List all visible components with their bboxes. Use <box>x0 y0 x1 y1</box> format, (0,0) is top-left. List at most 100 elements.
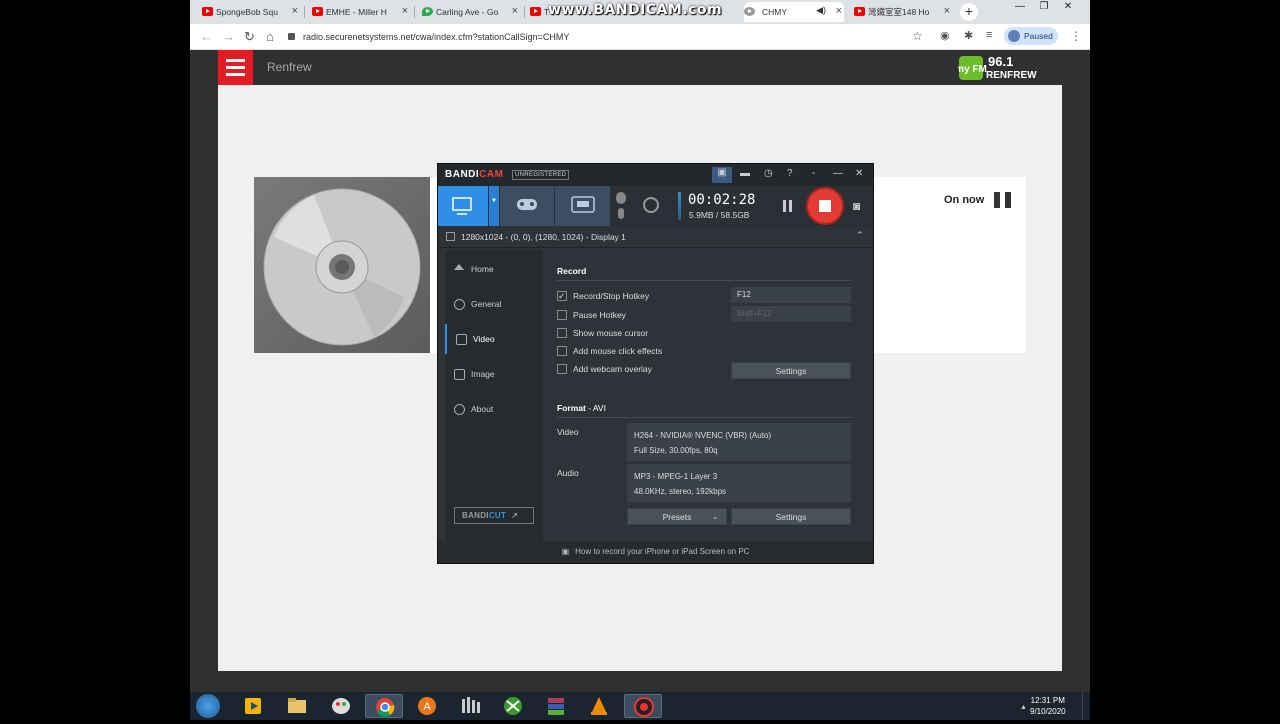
pause-hotkey-option[interactable]: Pause Hotkey <box>557 309 626 321</box>
puzzle-extensions-icon[interactable]: ✱ <box>964 29 973 42</box>
image-icon <box>454 369 465 380</box>
bandicut-button[interactable]: BANDICUT ↗ <box>454 507 534 524</box>
camera-snapshot-icon[interactable]: ◙ <box>853 199 860 213</box>
tab-youtube-cjk[interactable]: 灣鐵室室148 Ho × <box>854 2 952 22</box>
section-divider <box>557 280 851 281</box>
nav-general[interactable]: General <box>445 289 543 319</box>
tab-spongebob[interactable]: SpongeBob Squ × <box>202 2 300 22</box>
back-arrow-icon[interactable]: ← <box>200 29 213 44</box>
webcam-overlay-option[interactable]: Add webcam overlay <box>557 363 652 375</box>
webcam-small-icon[interactable] <box>616 192 626 204</box>
profile-button[interactable]: Paused <box>1004 27 1058 45</box>
taskbar-winrar-icon[interactable] <box>537 694 575 718</box>
taskbar-vlc-icon[interactable] <box>580 694 618 718</box>
audio-codec: MP3 - MPEG-1 Layer 3 <box>634 472 718 481</box>
close-tab-icon[interactable]: × <box>512 5 518 17</box>
target-info: 1280x1024 - (0, 0), (1280, 1024) - Displ… <box>461 232 626 242</box>
nav-video[interactable]: Video <box>445 324 543 354</box>
checkbox-checked[interactable] <box>557 290 567 302</box>
restore-icon[interactable]: — <box>833 168 843 179</box>
mouse-click-effects-option[interactable]: Add mouse click effects <box>557 345 662 357</box>
screen-mode-button[interactable] <box>438 186 488 226</box>
on-now-label: On now <box>944 194 985 206</box>
nav-about[interactable]: About <box>445 394 543 424</box>
close-icon[interactable]: ✕ <box>855 168 863 179</box>
checkbox[interactable] <box>557 346 567 356</box>
album-art <box>254 177 430 353</box>
pause-recording-button[interactable] <box>783 200 793 212</box>
record-stop-hotkey-option[interactable]: Record/Stop Hotkey <box>557 290 649 302</box>
address-bar[interactable]: radio.securenetsystems.net/cwa/index.cfm… <box>288 27 569 47</box>
youtube-icon <box>312 7 323 16</box>
menu-kebab-icon[interactable]: ⋮ <box>1070 29 1082 43</box>
screen-mode-dropdown[interactable]: ▼ <box>489 186 499 226</box>
chat-icon: ▣ <box>561 547 570 556</box>
close-tab-icon[interactable]: × <box>402 5 408 17</box>
start-button[interactable] <box>196 694 220 718</box>
new-tab-button[interactable]: + <box>960 3 978 21</box>
nav-image[interactable]: Image <box>445 359 543 389</box>
target-checkbox[interactable] <box>446 232 455 241</box>
close-tab-icon[interactable]: × <box>944 5 950 17</box>
close-tab-icon[interactable]: × <box>292 5 298 17</box>
section-divider <box>557 417 851 418</box>
recording-timer: 00:02:28 <box>688 192 756 208</box>
restore-button[interactable]: ❐ <box>1032 0 1056 14</box>
microphone-icon[interactable] <box>618 208 624 219</box>
close-window-button[interactable]: ✕ <box>1056 0 1080 14</box>
capture-target-bar[interactable]: 1280x1024 - (0, 0), (1280, 1024) - Displ… <box>438 226 873 248</box>
help-icon[interactable]: ? <box>787 168 793 179</box>
webcam-icon[interactable] <box>643 197 659 213</box>
lock-icon[interactable]: ▣ <box>712 167 732 183</box>
forward-arrow-icon[interactable]: → <box>222 29 235 44</box>
game-mode-button[interactable] <box>500 186 554 226</box>
taskbar-xbox-icon[interactable] <box>494 694 532 718</box>
media-queue-icon[interactable]: ≡ <box>986 29 992 41</box>
show-desktop-button[interactable] <box>1082 692 1090 720</box>
extension-icon[interactable]: ◉ <box>940 29 950 42</box>
close-tab-icon[interactable]: × <box>836 5 842 17</box>
format-settings-button[interactable]: Settings <box>731 508 851 525</box>
taskbar-chrome-icon[interactable] <box>365 694 403 718</box>
nav-label: Image <box>471 369 495 379</box>
tab-carling-ave[interactable]: Carling Ave - Go × <box>422 2 520 22</box>
taskbar-media-player-icon[interactable] <box>234 694 272 718</box>
record-settings-button[interactable]: Settings <box>731 362 851 379</box>
nav-home[interactable]: Home <box>445 254 543 284</box>
star-bookmark-icon[interactable]: ☆ <box>912 29 923 43</box>
folder-icon[interactable]: ▬ <box>740 168 750 179</box>
reload-icon[interactable]: ↻ <box>244 29 255 45</box>
taskbar-explorer-icon[interactable] <box>278 694 316 718</box>
speaker-icon[interactable]: ◀) <box>816 5 826 16</box>
presets-dropdown[interactable]: Presets ⌄ <box>627 508 727 525</box>
minimize-icon[interactable]: - <box>812 168 815 179</box>
chevron-up-icon[interactable]: ⌃ <box>856 230 864 241</box>
bandicam-footer[interactable]: ▣ How to record your iPhone or iPad Scree… <box>438 541 873 563</box>
tab-chmy[interactable]: CHMY ◀) × <box>744 2 844 22</box>
taskbar-app-icon[interactable]: A <box>408 694 446 718</box>
tab-t[interactable]: T <box>530 2 550 22</box>
option-label: Pause Hotkey <box>573 310 626 320</box>
minimize-button[interactable]: — <box>1008 0 1032 14</box>
record-hotkey-field[interactable]: F12 <box>731 287 851 303</box>
show-mouse-cursor-option[interactable]: Show mouse cursor <box>557 327 648 339</box>
tab-emhe[interactable]: EMHE - Miller H × <box>312 2 410 22</box>
system-clock[interactable]: 12:31 PM 9/10/2020 <box>1030 695 1066 717</box>
checkbox[interactable] <box>557 364 567 374</box>
clock-icon[interactable]: ◷ <box>764 168 773 179</box>
tab-separator <box>524 6 525 18</box>
audio-format-box: MP3 - MPEG-1 Layer 3 48.0KHz, stereo, 192… <box>627 464 851 502</box>
stop-recording-button[interactable] <box>806 187 844 225</box>
bandicam-window: BANDICAM UNREGISTERED ▣ ▬ ◷ ? - — ✕ ▼ 00… <box>437 163 874 564</box>
hamburger-menu-button[interactable] <box>218 50 253 85</box>
device-mode-button[interactable] <box>555 186 610 226</box>
taskbar-bandicam-icon[interactable] <box>624 694 662 718</box>
footer-link[interactable]: How to record your iPhone or iPad Screen… <box>575 547 749 556</box>
taskbar-audio-app-icon[interactable] <box>451 694 489 718</box>
tray-arrow-icon[interactable]: ▲ <box>1020 704 1027 711</box>
player-pause-button[interactable] <box>994 192 1012 208</box>
taskbar-paint-icon[interactable] <box>322 694 360 718</box>
checkbox[interactable] <box>557 310 567 320</box>
checkbox[interactable] <box>557 328 567 338</box>
home-icon[interactable]: ⌂ <box>266 29 274 44</box>
